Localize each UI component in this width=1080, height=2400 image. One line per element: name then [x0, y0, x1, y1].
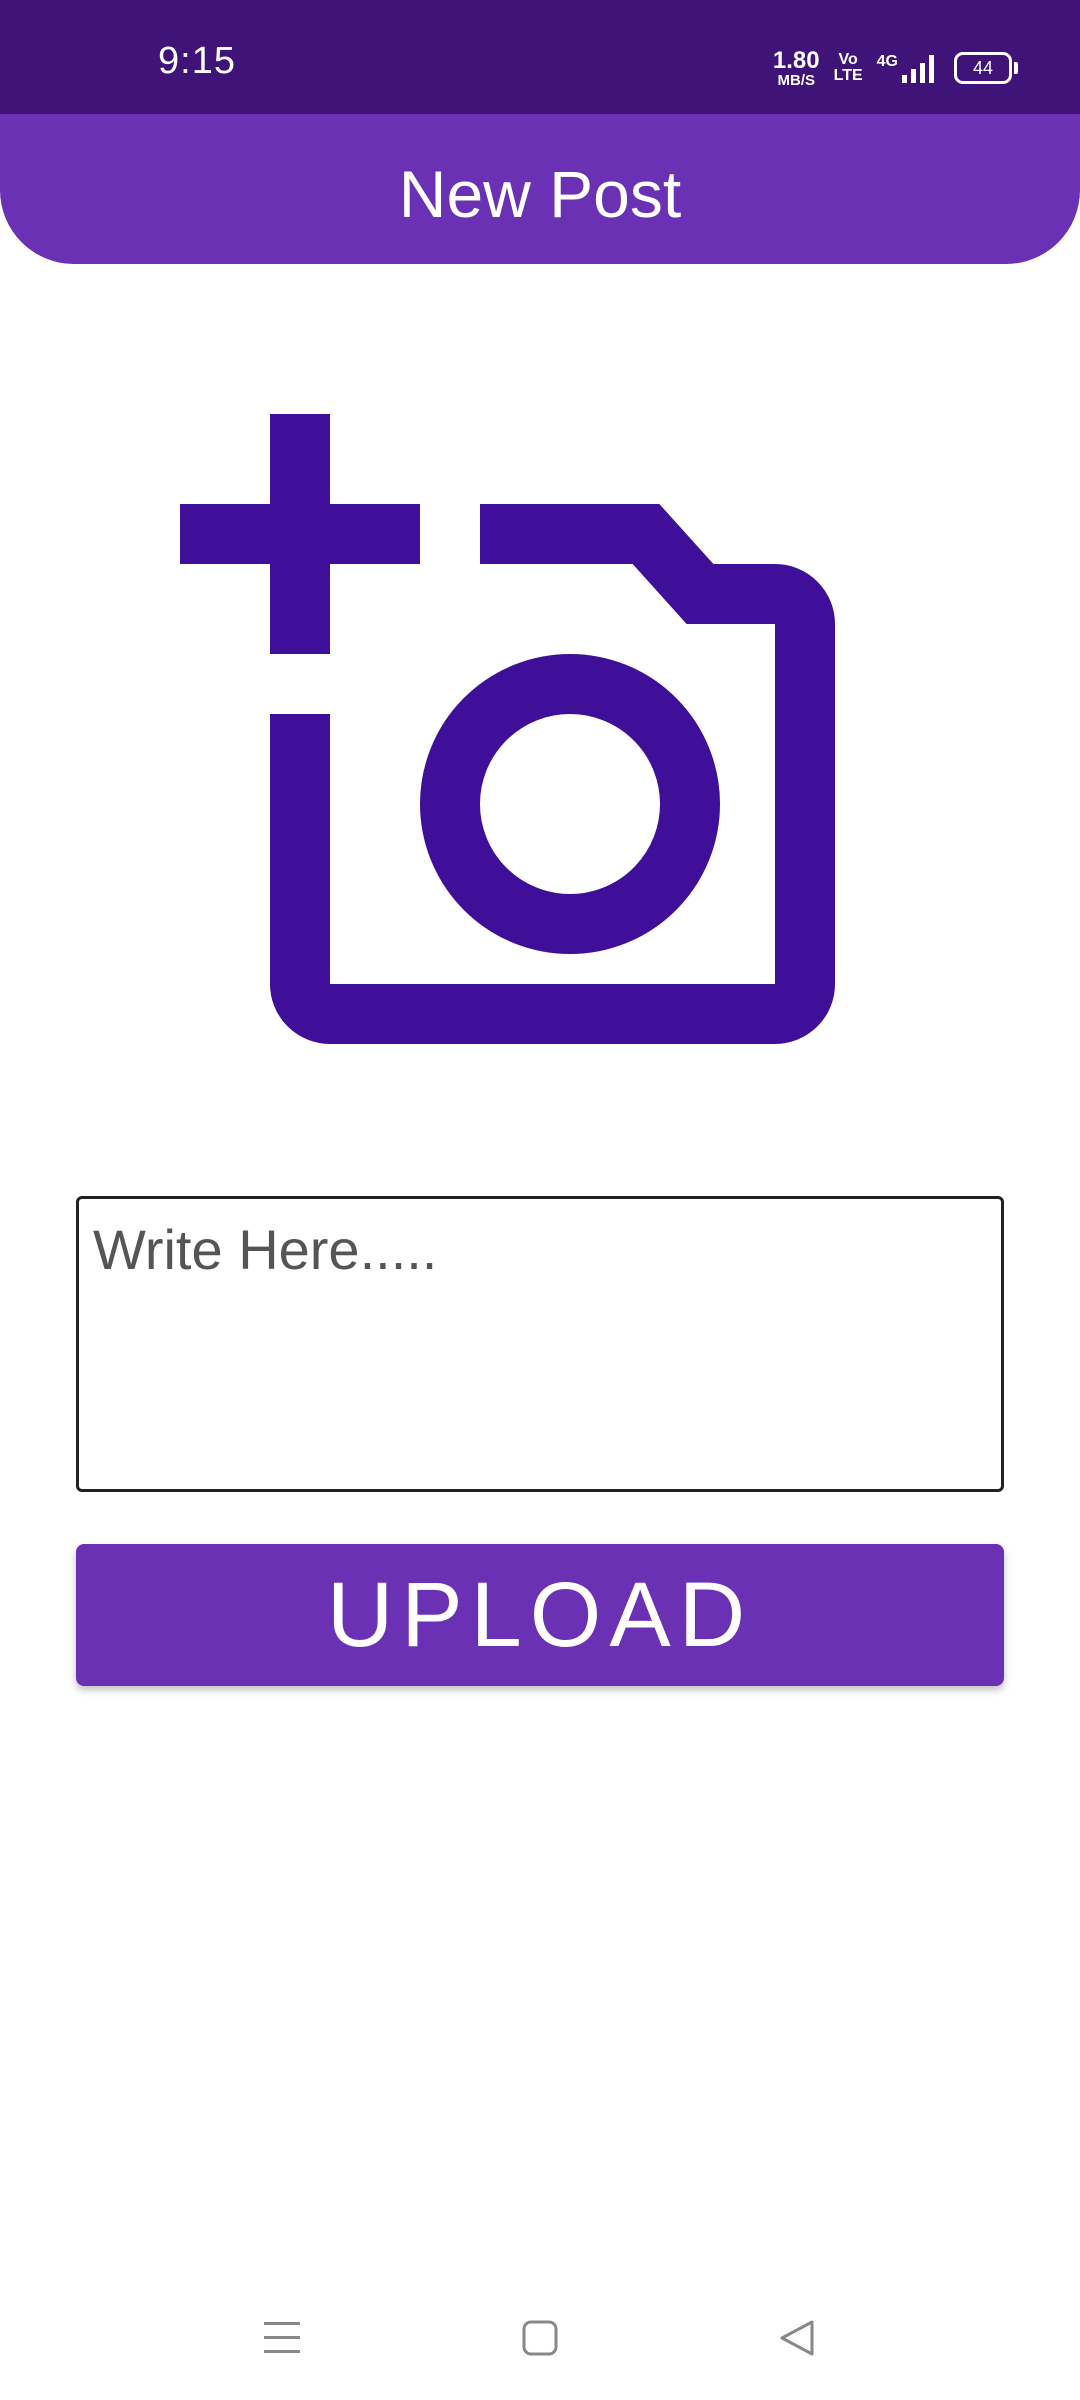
app-bar: New Post: [0, 114, 1080, 264]
signal-bars: [902, 53, 934, 83]
menu-icon[interactable]: [252, 2308, 312, 2368]
network-speed: 1.80 MB/S: [772, 46, 820, 89]
status-time: 9:15: [158, 40, 236, 82]
network-speed-unit: MB/S: [777, 71, 816, 89]
battery-icon: 44: [954, 52, 1018, 84]
new-post-screen: 9:15 1.80 MB/S Vo LTE 4G 44 New Post Wri…: [0, 0, 1080, 2400]
network-speed-value: 1.80: [772, 46, 820, 74]
home-icon[interactable]: [510, 2308, 570, 2368]
volte-bottom: LTE: [833, 67, 863, 84]
upload-button[interactable]: UPLOAD: [76, 1544, 1004, 1686]
post-text-input[interactable]: [76, 1196, 1004, 1492]
add-photo-icon[interactable]: [180, 414, 870, 1044]
navigation-bar: [0, 2268, 1080, 2400]
page-title: New Post: [398, 157, 682, 231]
upload-button-label: UPLOAD: [326, 1563, 754, 1666]
volte-top: Vo: [838, 51, 858, 68]
volte-icon: Vo LTE: [834, 52, 863, 84]
battery-level: 44: [972, 57, 994, 78]
signal-icon: 4G: [877, 53, 934, 83]
status-indicators: 1.80 MB/S Vo LTE 4G 44: [772, 44, 1018, 92]
status-bar: 9:15 1.80 MB/S Vo LTE 4G 44: [0, 0, 1080, 114]
back-icon[interactable]: [768, 2308, 828, 2368]
network-type: 4G: [876, 53, 898, 70]
